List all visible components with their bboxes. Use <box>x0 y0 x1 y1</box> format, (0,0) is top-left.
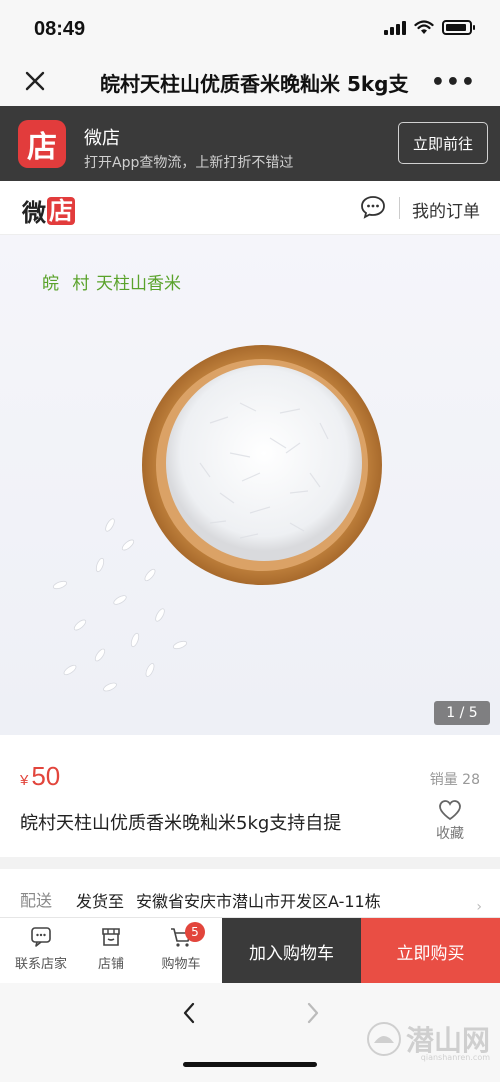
shop-label: 店铺 <box>97 957 124 972</box>
section-divider <box>0 857 500 869</box>
scattered-rice-decoration <box>52 518 188 692</box>
chevron-right-icon: › <box>476 899 482 915</box>
open-app-button[interactable]: 立即前往 <box>398 122 488 164</box>
sales-count: 销量 28 <box>429 772 480 788</box>
heart-icon <box>439 800 461 821</box>
battery-icon <box>442 20 475 35</box>
favorite-label: 收藏 <box>436 826 464 842</box>
app-subtitle: 打开App查物流，上新打折不错过 <box>84 155 294 171</box>
chat-icon <box>31 927 51 947</box>
watermark-logo-icon <box>366 1022 401 1056</box>
ship-to-label: 发货至 <box>76 892 125 911</box>
status-icons <box>384 20 475 35</box>
price-section: ¥50 销量 28 皖村天柱山优质香米晚籼米5kg支持自提 收藏 <box>0 735 500 857</box>
more-icon[interactable]: ••• <box>431 70 476 95</box>
shop-icon <box>102 928 120 946</box>
watermark-url: qianshanren.com <box>420 1053 490 1062</box>
nav-bar: 皖村天柱山优质香米晚籼米 5kg支 ••• <box>0 58 500 106</box>
delivery-address: 安徽省安庆市潜山市开发区A-11栋 <box>136 892 381 911</box>
price-value: 50 <box>31 761 61 791</box>
shop-button[interactable]: 店铺 <box>75 926 147 972</box>
browser-toolbar: 潜山网 qianshanren.com <box>0 983 500 1082</box>
buy-now-button[interactable]: 立即购买 <box>361 918 500 984</box>
add-to-cart-button[interactable]: 加入购物车 <box>222 918 361 984</box>
cart-count-badge: 5 <box>185 922 205 942</box>
bottom-action-bar: 联系店家 店铺 5 购物车 加入购物车 立即购买 <box>0 917 500 984</box>
delivery-label: 配送 <box>20 891 53 910</box>
page-title: 皖村天柱山优质香米晚籼米 5kg支 <box>100 72 409 96</box>
shop-header: 微 店 我的订单 <box>0 181 500 235</box>
delivery-row[interactable]: 配送 发货至 安徽省安庆市潜山市开发区A-11栋 › <box>0 869 500 919</box>
home-indicator[interactable] <box>183 1062 317 1067</box>
divider <box>399 197 400 219</box>
logo-text-b: 店 <box>47 196 75 225</box>
brand-product-name: 天柱山香米 <box>96 274 181 294</box>
site-watermark: 潜山网 qianshanren.com <box>366 1019 490 1062</box>
product-price: ¥50 <box>20 761 60 792</box>
image-counter: 1 / 5 <box>434 701 490 725</box>
app-download-banner: 店 微店 打开App查物流，上新打折不错过 立即前往 <box>0 106 500 181</box>
status-bar: 08:49 <box>0 0 500 58</box>
close-icon[interactable] <box>22 68 48 94</box>
brand-name: 皖 村 <box>42 274 94 294</box>
contact-seller-button[interactable]: 联系店家 <box>5 926 77 972</box>
product-image-carousel[interactable]: 皖 村 天柱山香米 1 / 5 <box>0 235 500 735</box>
favorite-button[interactable]: 收藏 <box>432 799 468 843</box>
app-name: 微店 <box>84 128 120 149</box>
weidian-app-logo: 店 <box>18 120 66 168</box>
back-arrow-icon[interactable] <box>178 1001 202 1025</box>
cart-label: 购物车 <box>161 957 201 972</box>
logo-text-a: 微 <box>22 199 46 227</box>
signal-icon <box>384 20 406 35</box>
status-time: 08:49 <box>34 18 86 40</box>
weidian-logo[interactable]: 微 店 <box>22 193 75 228</box>
cart-button[interactable]: 5 购物车 <box>145 922 217 972</box>
my-orders-link[interactable]: 我的订单 <box>412 197 480 222</box>
chat-icon[interactable] <box>360 195 386 219</box>
wifi-icon <box>414 20 434 34</box>
contact-seller-label: 联系店家 <box>14 957 67 972</box>
currency-symbol: ¥ <box>20 772 29 789</box>
forward-arrow-icon[interactable] <box>300 1001 324 1025</box>
product-title: 皖村天柱山优质香米晚籼米5kg支持自提 <box>20 813 342 834</box>
